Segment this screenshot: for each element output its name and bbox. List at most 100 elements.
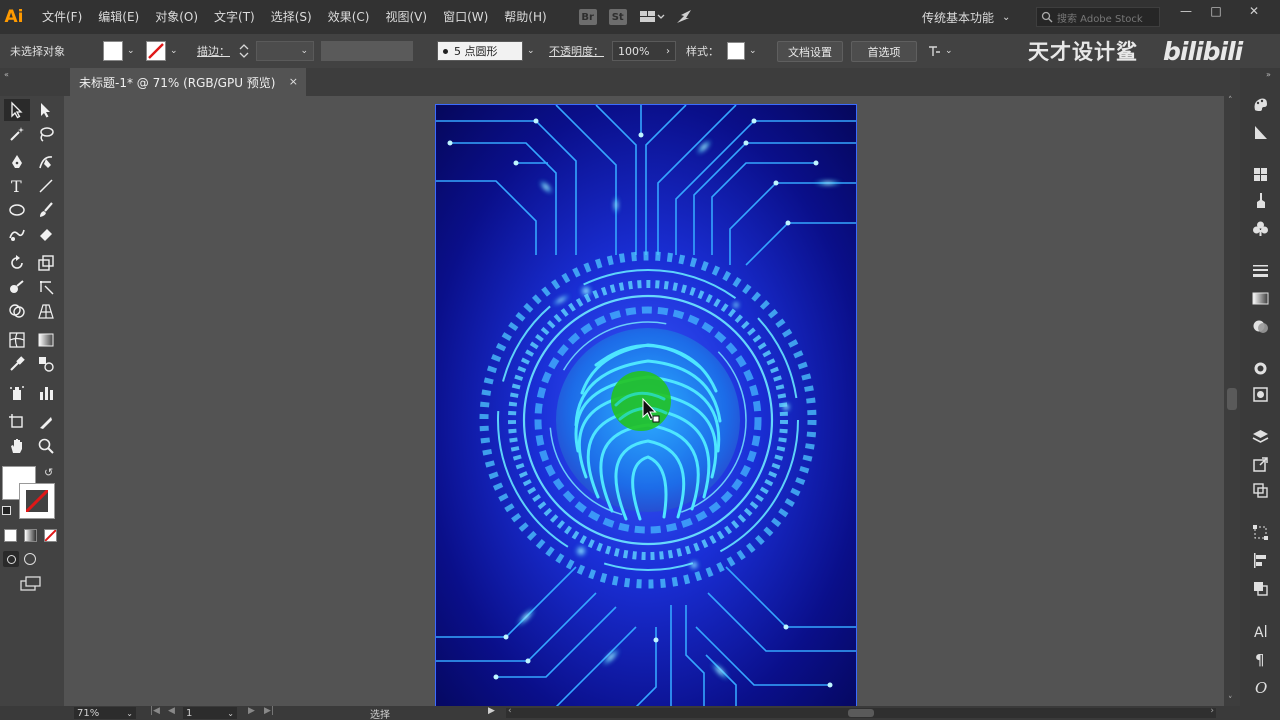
next-artboard-icon[interactable]: ▶ bbox=[248, 706, 255, 716]
color-guide-button[interactable] bbox=[1250, 122, 1270, 142]
last-artboard-icon[interactable]: ▶| bbox=[264, 706, 274, 716]
workspace-switcher[interactable]: 传统基本功能 ⌄ bbox=[922, 0, 1010, 34]
stroke-weight-field[interactable]: ⌄ bbox=[256, 41, 314, 61]
symbol-sprayer-tool[interactable] bbox=[5, 382, 29, 404]
preferences-button[interactable]: 首选项 bbox=[851, 41, 917, 62]
eyedropper-tool[interactable] bbox=[5, 353, 29, 375]
screen-mode-icon[interactable] bbox=[20, 576, 42, 592]
menu-view[interactable]: 视图(V) bbox=[377, 0, 435, 34]
canvas-area[interactable] bbox=[64, 96, 1224, 706]
opentype-button[interactable]: O bbox=[1250, 676, 1270, 696]
gradient-tool[interactable] bbox=[34, 329, 58, 351]
layers-button[interactable] bbox=[1250, 426, 1270, 446]
menu-file[interactable]: 文件(F) bbox=[34, 0, 90, 34]
gradient-mode-button[interactable] bbox=[24, 529, 37, 542]
scroll-right-arrow-icon[interactable]: › bbox=[1210, 706, 1214, 716]
column-graph-tool[interactable] bbox=[34, 382, 58, 404]
artboard[interactable] bbox=[435, 104, 857, 706]
ellipse-tool[interactable] bbox=[5, 199, 29, 221]
stock-icon[interactable]: St bbox=[608, 9, 627, 25]
hand-tool[interactable] bbox=[5, 435, 29, 457]
opacity-field[interactable]: 100% › bbox=[612, 41, 676, 61]
status-menu-arrow-icon[interactable]: ▶ bbox=[488, 706, 495, 716]
paragraph-button[interactable]: ¶ bbox=[1250, 648, 1270, 668]
swap-colors-icon[interactable]: ↺ bbox=[44, 466, 53, 479]
tab-document[interactable]: 未标题-1* @ 71% (RGB/GPU 预览) × bbox=[70, 68, 306, 96]
document-setup-button[interactable]: 文档设置 bbox=[777, 41, 843, 62]
scroll-down-arrow-icon[interactable]: ˅ bbox=[1228, 696, 1233, 706]
menu-edit[interactable]: 编辑(E) bbox=[90, 0, 147, 34]
symbols-button[interactable] bbox=[1250, 218, 1270, 238]
draw-behind-icon[interactable] bbox=[24, 553, 36, 565]
zoom-tool[interactable] bbox=[34, 435, 58, 457]
menu-select[interactable]: 选择(S) bbox=[263, 0, 320, 34]
variable-width-profile[interactable] bbox=[321, 41, 413, 61]
arrange-documents-icon[interactable] bbox=[639, 9, 665, 25]
blend-tool[interactable] bbox=[34, 353, 58, 375]
menu-effect[interactable]: 效果(C) bbox=[320, 0, 378, 34]
brushes-button[interactable] bbox=[1250, 190, 1270, 210]
stroke-color-box[interactable] bbox=[19, 483, 55, 519]
slice-tool[interactable] bbox=[34, 411, 58, 433]
fill-swatch[interactable] bbox=[103, 41, 123, 61]
brush-definition-dropdown[interactable]: 5 点圆形 bbox=[437, 41, 523, 61]
horizontal-scroll-thumb[interactable] bbox=[848, 709, 874, 717]
type-tool[interactable]: T bbox=[5, 175, 29, 197]
menu-type[interactable]: 文字(T) bbox=[206, 0, 263, 34]
gradient-panel-button[interactable] bbox=[1250, 288, 1270, 308]
previous-artboard-icon[interactable]: ◀ bbox=[168, 706, 175, 716]
first-artboard-icon[interactable]: |◀ bbox=[150, 706, 160, 716]
chevron-down-icon[interactable]: ⌄ bbox=[527, 41, 535, 61]
transform-button[interactable] bbox=[1250, 522, 1270, 542]
scroll-left-arrow-icon[interactable]: ‹ bbox=[508, 706, 512, 716]
expand-panels-icon[interactable]: » bbox=[1266, 70, 1271, 79]
shaper-tool[interactable] bbox=[5, 223, 29, 245]
horizontal-scrollbar[interactable]: ‹ › bbox=[506, 706, 1216, 718]
graphic-style-picker[interactable]: ⌄ bbox=[727, 41, 757, 61]
menu-object[interactable]: 对象(O) bbox=[147, 0, 206, 34]
artboard-number-field[interactable]: 1 ⌄ bbox=[183, 707, 237, 719]
color-mode-button[interactable] bbox=[4, 529, 17, 542]
transparency-button[interactable] bbox=[1250, 316, 1270, 336]
color-panel-button[interactable] bbox=[1250, 94, 1270, 114]
maximize-button[interactable]: □ bbox=[1198, 0, 1234, 22]
eraser-tool[interactable] bbox=[34, 223, 58, 245]
free-transform-tool[interactable] bbox=[34, 276, 58, 298]
stock-search-field[interactable]: 搜索 Adobe Stock bbox=[1036, 7, 1160, 27]
graphic-styles-button[interactable] bbox=[1250, 384, 1270, 404]
swatches-button[interactable] bbox=[1250, 164, 1270, 184]
menu-window[interactable]: 窗口(W) bbox=[435, 0, 496, 34]
pen-tool[interactable] bbox=[5, 151, 29, 173]
pathfinder-button[interactable] bbox=[1250, 578, 1270, 598]
bridge-icon[interactable]: Br bbox=[578, 9, 597, 25]
vertical-scroll-thumb[interactable] bbox=[1227, 388, 1237, 410]
artboards-button[interactable] bbox=[1250, 480, 1270, 500]
scale-tool[interactable] bbox=[34, 252, 58, 274]
warp-tool[interactable] bbox=[5, 276, 29, 298]
lasso-tool[interactable] bbox=[34, 123, 58, 145]
opacity-label[interactable]: 不透明度： bbox=[549, 41, 604, 61]
vertical-scrollbar[interactable]: ˄ ˅ bbox=[1224, 96, 1240, 706]
close-window-button[interactable]: ✕ bbox=[1236, 0, 1272, 22]
perspective-grid-tool[interactable] bbox=[34, 300, 58, 322]
asset-export-button[interactable] bbox=[1250, 454, 1270, 474]
none-mode-button[interactable] bbox=[44, 529, 57, 542]
appearance-button[interactable] bbox=[1250, 358, 1270, 378]
mesh-tool[interactable] bbox=[5, 329, 29, 351]
stroke-none-swatch[interactable] bbox=[146, 41, 166, 61]
default-colors-icon[interactable] bbox=[2, 506, 11, 515]
paintbrush-tool[interactable] bbox=[34, 199, 58, 221]
rotate-tool[interactable] bbox=[5, 252, 29, 274]
zoom-level-field[interactable]: 71% ⌄ bbox=[74, 707, 136, 719]
artboard-tool[interactable] bbox=[5, 411, 29, 433]
menu-help[interactable]: 帮助(H) bbox=[496, 0, 554, 34]
fill-control[interactable]: ⌄ bbox=[103, 41, 135, 61]
quick-actions-menu[interactable]: ⌄ bbox=[927, 41, 953, 61]
stroke-panel-button[interactable] bbox=[1250, 260, 1270, 280]
stroke-label[interactable]: 描边： bbox=[197, 41, 230, 61]
close-tab-icon[interactable]: × bbox=[289, 75, 298, 88]
magic-wand-tool[interactable] bbox=[5, 123, 29, 145]
shape-builder-tool[interactable] bbox=[5, 300, 29, 322]
stroke-weight-stepper[interactable] bbox=[238, 41, 250, 61]
gpu-performance-icon[interactable] bbox=[675, 9, 693, 25]
